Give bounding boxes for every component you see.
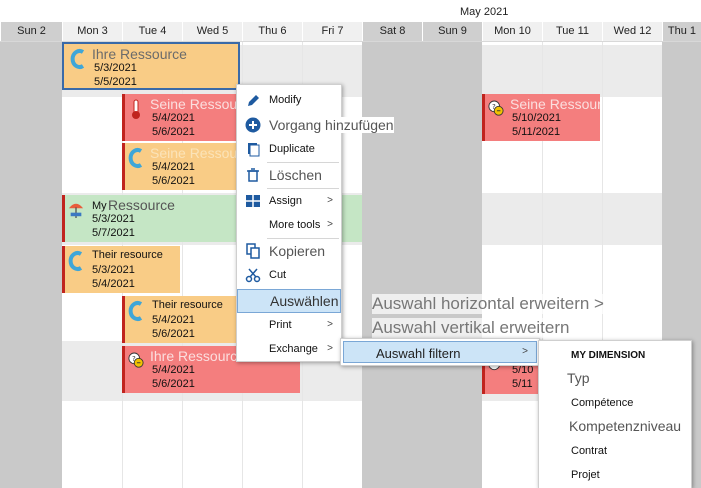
menu-item-more-tools[interactable]: More tools > — [237, 213, 341, 237]
event-end-date: 5/6/2021 — [152, 126, 195, 138]
day-header[interactable]: Mon 3 — [62, 22, 122, 41]
month-header: May 2021 — [0, 0, 701, 22]
beach-umbrella-icon — [68, 203, 84, 218]
filter-item-contrat[interactable]: Contrat — [539, 439, 691, 463]
event-their-resource[interactable]: Their resource 5/4/2021 5/6/2021 — [122, 296, 240, 343]
event-seine-ressource[interactable]: ? Seine Ressource 5/10/2021 5/11/2021 — [482, 94, 600, 141]
day-header[interactable]: Thu 6 — [242, 22, 302, 41]
question-clock-icon: ? — [128, 352, 144, 368]
chevron-right-icon: > — [327, 195, 333, 206]
event-accent-bar — [482, 94, 485, 141]
event-name: Ihre Ressource — [150, 348, 245, 364]
menu-item-select[interactable]: Auswählen — [237, 289, 341, 313]
event-start-date: 5/10/2021 — [512, 112, 561, 124]
duplicate-icon — [248, 143, 260, 157]
event-ihre-ressource[interactable]: Ihre Ressource 5/3/2021 5/5/2021 — [62, 42, 240, 90]
weekend-column-sun-9 — [422, 41, 482, 488]
c-letter-icon — [128, 301, 143, 321]
chevron-right-icon: > — [327, 319, 333, 330]
menu-item-exchange[interactable]: Exchange > — [237, 337, 341, 361]
day-header[interactable]: Sat 8 — [362, 22, 422, 41]
menu-item-delete[interactable]: Löschen — [237, 163, 341, 187]
event-accent-bar — [122, 346, 125, 393]
event-end-date: 5/6/2021 — [152, 378, 195, 390]
day-header[interactable]: Fri 7 — [302, 22, 362, 41]
chevron-right-icon: > — [522, 346, 528, 357]
event-start-date: 5/3/2021 — [92, 213, 135, 225]
event-name-prefix: My — [92, 200, 107, 212]
menu-item-duplicate[interactable]: Duplicate — [237, 137, 341, 161]
menu-item-copy[interactable]: Kopieren — [237, 239, 341, 263]
event-end-date: 5/5/2021 — [94, 76, 137, 88]
plus-circle-icon — [245, 117, 261, 133]
scissors-icon — [245, 268, 261, 283]
event-name: Their resource — [92, 249, 163, 261]
filter-item-projet[interactable]: Projet — [539, 463, 691, 487]
filter-item-typ[interactable]: Typ — [539, 367, 691, 391]
filter-submenu: MY DIMENSION Typ Compétence Kompetenzniv… — [538, 340, 692, 488]
c-letter-icon — [68, 251, 83, 271]
event-end-date: 5/6/2021 — [152, 175, 195, 187]
filter-item-kompetenzniveau[interactable]: Kompetenzniveau — [539, 415, 691, 439]
day-header[interactable]: Sun 9 — [422, 22, 482, 41]
filter-item-competence[interactable]: Compétence — [539, 391, 691, 415]
c-letter-icon — [70, 49, 85, 69]
event-start-date: 5/4/2021 — [152, 161, 195, 173]
event-accent-bar — [62, 195, 65, 242]
day-header[interactable]: Mon 10 — [482, 22, 542, 41]
submenu-item-extend-horizontal[interactable]: Auswahl horizontal erweitern > — [372, 294, 604, 314]
event-end-date: 5/6/2021 — [152, 328, 195, 340]
context-menu: Modify Vorgang hinzufügen Duplicate Lösc… — [236, 84, 394, 362]
event-accent-bar — [62, 246, 65, 293]
filter-item-my-dimension[interactable]: MY DIMENSION — [539, 345, 691, 367]
chevron-right-icon: > — [327, 219, 333, 230]
menu-item-print[interactable]: Print > — [237, 313, 341, 337]
event-start-date: 5/3/2021 — [94, 62, 137, 74]
event-end-date: 5/7/2021 — [92, 227, 135, 239]
submenu-item-filter-selection[interactable]: Auswahl filtern > — [343, 341, 537, 363]
event-start-date: 5/3/2021 — [92, 264, 135, 276]
day-header[interactable]: Sun 2 — [0, 22, 62, 41]
menu-item-assign[interactable]: Assign > — [237, 189, 341, 213]
trash-icon — [247, 168, 259, 182]
pencil-icon — [248, 95, 259, 106]
event-accent-bar — [122, 143, 125, 190]
day-header[interactable]: Wed 12 — [602, 22, 662, 41]
chevron-right-icon: > — [327, 343, 333, 354]
thermometer-icon — [132, 99, 140, 119]
event-accent-bar — [122, 94, 125, 141]
event-end-date: 5/11 — [512, 378, 533, 390]
copy-icon — [246, 243, 260, 259]
event-name: Ihre Ressource — [92, 46, 187, 62]
select-submenu: Auswahl filtern > — [340, 338, 540, 366]
day-header[interactable]: Wed 5 — [182, 22, 242, 41]
event-name: Seine Ressource — [510, 96, 600, 112]
day-header[interactable]: Thu 1 — [662, 22, 701, 41]
submenu-item-extend-vertical[interactable]: Auswahl vertikal erweitern — [372, 318, 570, 338]
month-label: May 2021 — [460, 6, 509, 18]
event-name: Their resource — [152, 299, 223, 311]
day-header[interactable]: Tue 4 — [122, 22, 182, 41]
event-their-resource[interactable]: Their resource 5/3/2021 5/4/2021 — [62, 246, 180, 293]
grid-icon — [246, 195, 260, 207]
weekend-column-sun-2 — [0, 41, 62, 488]
menu-item-add-task[interactable]: Vorgang hinzufügen — [237, 113, 394, 137]
event-start-date: 5/4/2021 — [152, 364, 195, 376]
question-clock-icon: ? — [488, 100, 504, 116]
menu-item-cut[interactable]: Cut — [237, 263, 341, 287]
event-end-date: 5/4/2021 — [92, 278, 135, 290]
event-start-date: 5/4/2021 — [152, 314, 195, 326]
event-end-date: 5/11/2021 — [512, 126, 561, 138]
day-header-row: Sun 2 Mon 3 Tue 4 Wed 5 Thu 6 Fri 7 Sat … — [0, 22, 701, 42]
event-accent-bar — [122, 296, 125, 343]
weekend-column-sat-8 — [362, 41, 422, 488]
event-start-date: 5/4/2021 — [152, 112, 195, 124]
menu-item-modify[interactable]: Modify — [237, 89, 341, 113]
c-letter-icon — [128, 148, 143, 168]
event-name: Ressource — [108, 197, 175, 213]
day-header[interactable]: Tue 11 — [542, 22, 602, 41]
